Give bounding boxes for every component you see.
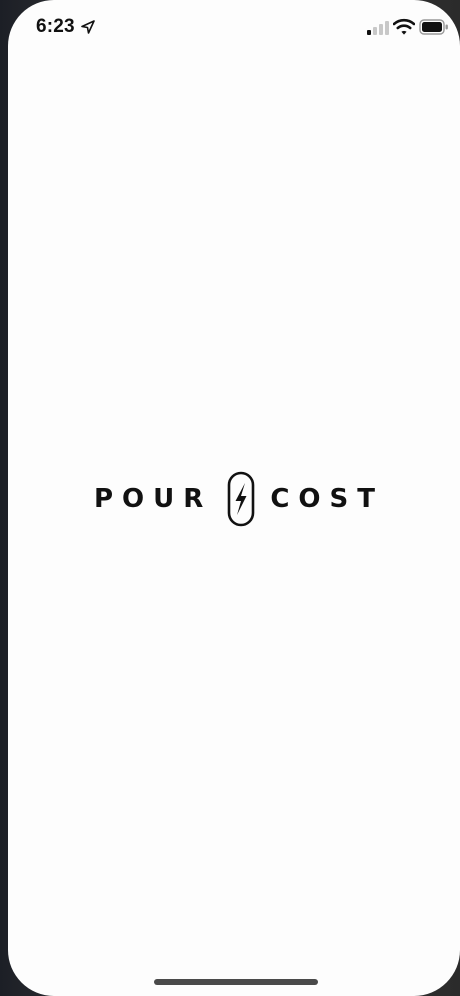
lightning-bolt-pill-icon [228, 471, 255, 527]
status-bar: 6:23 [8, 0, 460, 56]
location-arrow-icon [81, 20, 95, 34]
battery-icon [419, 19, 448, 35]
logo-word-cost: COST [270, 484, 384, 514]
device-frame: 6:23 POUR COST [0, 0, 460, 996]
status-time: 6:23 [36, 16, 75, 37]
pour-cost-logo: POUR COST [94, 470, 384, 528]
app-screen: 6:23 POUR COST [8, 0, 460, 996]
logo-word-pour: POUR [94, 484, 213, 514]
wifi-icon [393, 18, 415, 35]
cellular-signal-icon [367, 21, 389, 35]
home-indicator[interactable] [154, 979, 318, 985]
